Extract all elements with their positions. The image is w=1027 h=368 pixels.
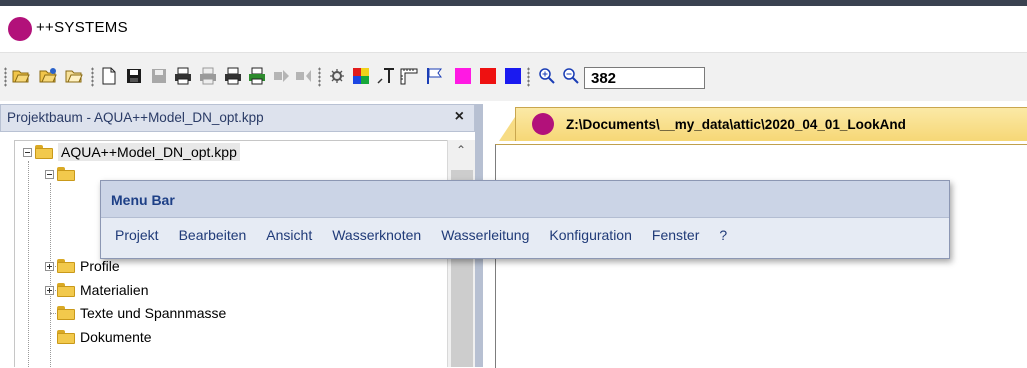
tree-item-label: Texte und Spannmasse [80, 305, 227, 321]
toolbar-grip[interactable] [318, 67, 321, 87]
red-swatch-icon[interactable] [477, 65, 499, 87]
open-icon[interactable] [10, 65, 32, 87]
project-tree-header: Projektbaum - AQUA++Model_DN_opt.kpp × [0, 104, 475, 132]
title-bar: ++SYSTEMS [0, 6, 1027, 52]
zoom-out-icon[interactable] [560, 65, 582, 87]
print-icon[interactable] [172, 65, 194, 87]
tree-item-label: Dokumente [80, 329, 152, 345]
magenta-swatch-icon[interactable] [452, 65, 474, 87]
menu-items: Projekt Bearbeiten Ansicht Wasserknoten … [115, 223, 747, 247]
document-tab-title: Z:\Documents\__my_data\attic\2020_04_01_… [566, 117, 906, 132]
folder-icon [57, 330, 75, 344]
zoom-level-input[interactable] [584, 67, 705, 89]
print-color-icon[interactable] [246, 65, 268, 87]
forward-disabled-icon[interactable] [270, 65, 292, 87]
tree-item-label: AQUA++Model_DN_opt.kpp [58, 143, 240, 161]
folder-icon [35, 145, 53, 159]
app-title: ++SYSTEMS [36, 19, 128, 36]
blue-swatch-icon[interactable] [502, 65, 524, 87]
scroll-up-icon[interactable]: ⌃ [456, 143, 466, 157]
tree-item-root[interactable]: AQUA++Model_DN_opt.kpp [23, 141, 240, 163]
folder-icon [57, 167, 75, 181]
menu-item-fenster[interactable]: Fenster [652, 227, 699, 243]
menu-item-projekt[interactable]: Projekt [115, 227, 159, 243]
folder-icon [57, 259, 75, 273]
ruler-icon[interactable] [398, 65, 420, 87]
back-disabled-icon[interactable] [292, 65, 314, 87]
text-tool-icon[interactable] [375, 65, 397, 87]
menu-bar-popup: Menu Bar Projekt Bearbeiten Ansicht Wass… [100, 180, 950, 259]
toolbar-grip[interactable] [91, 67, 94, 87]
toolbar-grip[interactable] [4, 67, 7, 87]
app-logo-icon [8, 17, 32, 41]
print-setup-icon[interactable] [222, 65, 244, 87]
collapse-icon[interactable] [23, 147, 32, 157]
menu-item-wasserleitung[interactable]: Wasserleitung [441, 227, 529, 243]
project-tree-title: Projektbaum - AQUA++Model_DN_opt.kpp [7, 110, 264, 125]
document-logo-icon [532, 113, 554, 135]
menu-item-ansicht[interactable]: Ansicht [266, 227, 312, 243]
print-preview-icon[interactable] [197, 65, 219, 87]
debug-icon[interactable] [326, 65, 348, 87]
expand-icon[interactable] [45, 285, 54, 295]
new-document-icon[interactable] [98, 65, 120, 87]
zoom-in-icon[interactable] [536, 65, 558, 87]
folder-icon [57, 306, 75, 320]
close-icon[interactable]: × [455, 108, 464, 126]
menu-item-bearbeiten[interactable]: Bearbeiten [179, 227, 247, 243]
save-disabled-icon[interactable] [148, 65, 170, 87]
folder-icon [57, 283, 75, 297]
toolbar-grip[interactable] [527, 67, 530, 87]
document-tab-bar: Z:\Documents\__my_data\attic\2020_04_01_… [483, 104, 1027, 144]
tree-item-texte[interactable]: Texte und Spannmasse [57, 302, 226, 324]
expand-icon[interactable] [45, 261, 54, 271]
toolbar [0, 52, 1027, 101]
tree-item-label: Profile [80, 258, 120, 274]
menu-bar-popup-title[interactable]: Menu Bar [101, 181, 949, 218]
save-icon[interactable] [123, 65, 145, 87]
flag-icon[interactable] [423, 65, 445, 87]
document-tab[interactable]: Z:\Documents\__my_data\attic\2020_04_01_… [515, 107, 1027, 141]
tree-item-label: Materialien [80, 282, 149, 298]
menu-item-konfiguration[interactable]: Konfiguration [549, 227, 632, 243]
collapse-icon[interactable] [45, 169, 54, 179]
tree-item-materialien[interactable]: Materialien [45, 279, 148, 301]
tree-item-collapsed-folder[interactable] [45, 163, 75, 185]
menu-item-help[interactable]: ? [719, 227, 727, 243]
tree-item-dokumente[interactable]: Dokumente [57, 326, 152, 348]
menu-bar-title-text: Menu Bar [111, 192, 175, 208]
menu-item-wasserknoten[interactable]: Wasserknoten [332, 227, 421, 243]
open-recent-icon[interactable] [37, 65, 59, 87]
open-folder-icon[interactable] [63, 65, 85, 87]
palette-icon[interactable] [350, 65, 372, 87]
